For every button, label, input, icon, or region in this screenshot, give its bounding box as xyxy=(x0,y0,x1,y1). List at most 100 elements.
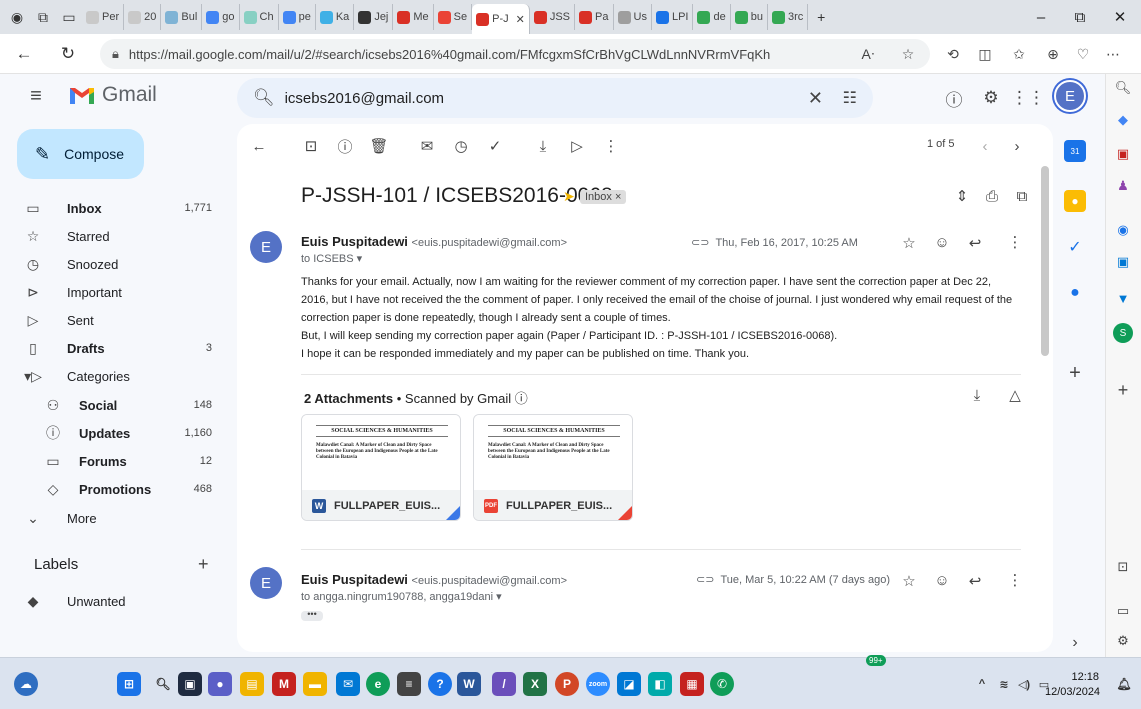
close-tab-icon[interactable]: ✕ xyxy=(516,13,525,26)
tray-chevron-icon[interactable]: ^ xyxy=(970,672,994,696)
apps-grid-icon[interactable]: ⋮⋮ xyxy=(1011,84,1045,112)
browser-tab[interactable]: Bul xyxy=(161,4,203,30)
recipients-line[interactable]: to angga.ningrum190788, angga19dani ▾ xyxy=(301,590,502,603)
sidebar-item-promotions[interactable]: ◇ Promotions 468 xyxy=(0,475,230,503)
search-options-icon[interactable]: ☷ xyxy=(843,88,857,108)
calculator-icon[interactable]: ≡ xyxy=(397,672,421,696)
star-icon[interactable]: ☆ xyxy=(898,232,920,254)
open-new-window-icon[interactable]: ⧉ xyxy=(1011,185,1033,207)
sidebar-item-unwanted[interactable]: ◆ Unwanted xyxy=(0,587,230,615)
sender-name[interactable]: Euis Puspitadewi xyxy=(301,572,408,587)
important-marker-icon[interactable]: ➤ xyxy=(563,188,575,205)
folder-icon[interactable]: ▬ xyxy=(303,672,327,696)
more-menu-icon[interactable]: ⋯ xyxy=(1098,39,1128,69)
reply-icon[interactable]: ↩ xyxy=(964,232,986,254)
browser-tab[interactable]: go xyxy=(202,4,240,30)
browser-tab[interactable]: Pa xyxy=(575,4,614,30)
new-tab-button[interactable]: + xyxy=(808,4,834,30)
contacts-icon[interactable]: ● xyxy=(1064,282,1086,304)
sender-avatar[interactable]: E xyxy=(250,231,282,263)
expand-all-icon[interactable]: ⇕ xyxy=(951,185,973,207)
file-explorer-icon[interactable]: ▤ xyxy=(240,672,264,696)
read-aloud-icon[interactable]: Aᐧ xyxy=(853,39,883,69)
clear-search-icon[interactable]: ✕ xyxy=(808,88,823,109)
search-icon[interactable]: 🔍︎ xyxy=(253,88,275,108)
edge-app-icon[interactable]: S xyxy=(1113,323,1133,343)
main-menu-icon[interactable]: ≡ xyxy=(22,82,50,110)
edge-outlook-icon[interactable]: ▣ xyxy=(1113,252,1133,272)
calendar-icon[interactable]: 31 xyxy=(1064,140,1086,162)
split-screen-icon[interactable]: ◫ xyxy=(970,39,1000,69)
keep-icon[interactable]: ● xyxy=(1064,190,1086,212)
news-icon[interactable]: ◧ xyxy=(648,672,672,696)
url-field[interactable]: 🔒︎ https://mail.google.com/mail/u/2/#sea… xyxy=(100,39,930,69)
search-bar[interactable]: 🔍︎ icsebs2016@gmail.com ✕ ☷ xyxy=(237,78,873,118)
edge-icon[interactable]: e xyxy=(366,672,390,696)
message-more-icon[interactable]: ⋮ xyxy=(1004,569,1026,591)
browser-tab[interactable]: JSS xyxy=(530,4,576,30)
back-to-list-icon[interactable]: ← xyxy=(247,134,271,158)
browser-tab[interactable]: Se xyxy=(434,4,473,30)
sidebar-item-important[interactable]: ⊳ Important xyxy=(0,278,230,306)
favorite-star-icon[interactable]: ☆ xyxy=(893,39,923,69)
emoji-react-icon[interactable]: ☺ xyxy=(931,231,953,253)
powerpoint-icon[interactable]: P xyxy=(555,672,579,696)
browser-tab[interactable]: 20 xyxy=(124,4,162,30)
sidebar-item-social[interactable]: ⚇ Social 148 xyxy=(0,391,230,419)
star-icon[interactable]: ☆ xyxy=(898,570,920,592)
close-window-button[interactable]: ✕ xyxy=(1100,0,1140,34)
settings-gear-icon[interactable]: ⚙ xyxy=(977,84,1005,112)
excel-icon[interactable]: X xyxy=(523,672,547,696)
collections-icon[interactable]: ⊕ xyxy=(1038,39,1068,69)
hide-side-panel-icon[interactable]: › xyxy=(1064,632,1086,654)
compose-button[interactable]: ✎ Compose xyxy=(17,129,144,179)
browser-tab[interactable]: bu xyxy=(731,4,768,30)
edge-games-icon[interactable]: ♟ xyxy=(1113,176,1133,196)
word-icon[interactable]: W xyxy=(457,672,481,696)
weather-icon[interactable]: ☁ xyxy=(14,672,38,696)
label-icon[interactable]: ▷ xyxy=(565,134,589,158)
pen-app-icon[interactable]: / xyxy=(492,672,516,696)
add-task-icon[interactable]: ✓ xyxy=(483,134,507,158)
minimize-button[interactable]: – xyxy=(1021,0,1061,34)
sidebar-item-sent[interactable]: ▷ Sent xyxy=(0,306,230,334)
browser-tab[interactable]: LPI xyxy=(652,4,694,30)
system-clock[interactable]: 12:18 12/03/2024 xyxy=(1045,670,1100,700)
sidebar-item-updates[interactable]: ⓘ Updates 1,160 xyxy=(0,419,230,447)
attachment-card[interactable]: SOCIAL SCIENCES & HUMANITIES Malawdiet C… xyxy=(301,414,461,521)
edge-add-icon[interactable]: + xyxy=(1113,380,1133,400)
older-icon[interactable]: › xyxy=(1005,134,1029,158)
browser-tab[interactable]: 3rc xyxy=(768,4,809,30)
recipients-line[interactable]: to ICSEBS ▾ xyxy=(301,252,362,265)
search-input[interactable]: icsebs2016@gmail.com xyxy=(285,90,444,107)
edge-search-icon[interactable]: 🔍︎ xyxy=(1113,78,1133,98)
newer-icon[interactable]: ‹ xyxy=(973,134,997,158)
sidebar-item-more[interactable]: ⌄ More xyxy=(0,504,230,532)
back-button[interactable]: ← xyxy=(8,38,40,70)
stats-app-icon[interactable]: ▦ xyxy=(680,672,704,696)
start-icon[interactable]: ⊞ xyxy=(117,672,141,696)
sidebar-item-snoozed[interactable]: ◷ Snoozed xyxy=(0,250,230,278)
browser-tab[interactable]: Me xyxy=(393,4,434,30)
add-label-button[interactable]: + xyxy=(198,554,209,575)
more-actions-icon[interactable]: ⋮ xyxy=(599,134,623,158)
edge-sidebar-toggle-icon[interactable]: ▭ xyxy=(1113,601,1133,621)
profile-icon[interactable]: ◉ xyxy=(4,4,30,30)
edge-screenshot-icon[interactable]: ⊡ xyxy=(1113,557,1133,577)
edge-drop-icon[interactable]: ▼ xyxy=(1113,288,1133,308)
get-addons-icon[interactable]: + xyxy=(1064,362,1086,384)
edge-settings-icon[interactable]: ⚙ xyxy=(1113,631,1133,651)
sender-name[interactable]: Euis Puspitadewi xyxy=(301,234,408,249)
gmail-logo[interactable]: Gmail xyxy=(68,83,157,107)
archive-icon[interactable]: ⊡ xyxy=(299,134,323,158)
sender-avatar[interactable]: E xyxy=(250,567,282,599)
taskbar-search-icon[interactable]: 🔍︎ xyxy=(151,672,175,696)
download-all-icon[interactable]: ⤓ xyxy=(966,384,988,406)
tasks-icon[interactable]: ✓ xyxy=(1064,236,1086,258)
inbox-label-chip[interactable]: Inbox × xyxy=(580,190,627,204)
browser-tab[interactable]: Per xyxy=(82,4,125,30)
favorites-icon[interactable]: ✩ xyxy=(1004,39,1034,69)
photos-icon[interactable]: ◪ xyxy=(617,672,641,696)
sidebar-item-categories[interactable]: ▾▷ Categories xyxy=(0,362,230,390)
show-trimmed-content-button[interactable]: ••• xyxy=(301,610,323,621)
